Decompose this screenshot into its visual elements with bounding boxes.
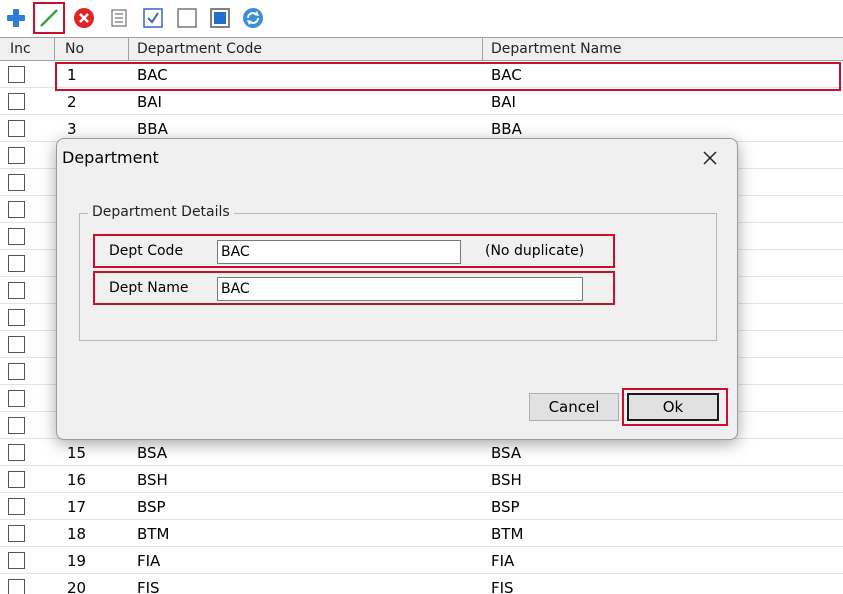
dept-code-input[interactable]	[217, 240, 461, 264]
table-row[interactable]: 19 FIA FIA	[0, 547, 843, 574]
row-number: 19	[67, 552, 87, 570]
close-icon[interactable]	[697, 145, 723, 171]
include-checkbox[interactable]	[8, 255, 25, 272]
row-number: 17	[67, 498, 87, 516]
department-name-cell: BAI	[491, 93, 516, 111]
include-checkbox[interactable]	[8, 444, 25, 461]
dialog-title: Department	[62, 148, 159, 167]
include-checkbox[interactable]	[8, 120, 25, 137]
grid-header: Inc No Department Code Department Name	[0, 37, 843, 61]
stop-icon[interactable]	[207, 5, 233, 31]
row-number: 18	[67, 525, 87, 543]
table-row[interactable]: 18 BTM BTM	[0, 520, 843, 547]
no-duplicate-note: (No duplicate)	[485, 243, 585, 259]
column-header-inc[interactable]: Inc	[0, 38, 55, 60]
include-checkbox[interactable]	[8, 579, 25, 594]
column-header-department-name[interactable]: Department Name	[483, 38, 843, 60]
column-header-department-code[interactable]: Department Code	[129, 38, 483, 60]
department-code-cell: FIS	[137, 579, 160, 594]
include-checkbox[interactable]	[8, 417, 25, 434]
row-number: 2	[67, 93, 77, 111]
department-code-cell: BSP	[137, 498, 166, 516]
row-number: 16	[67, 471, 87, 489]
dept-name-field-row: Dept Name	[93, 271, 615, 305]
include-checkbox[interactable]	[8, 66, 25, 83]
dept-code-field-row: Dept Code (No duplicate)	[93, 234, 615, 268]
include-checkbox[interactable]	[8, 552, 25, 569]
include-checkbox[interactable]	[8, 309, 25, 326]
department-name-cell: BAC	[491, 66, 522, 84]
column-header-no[interactable]: No	[55, 38, 129, 60]
table-row[interactable]: 20 FIS FIS	[0, 574, 843, 594]
include-checkbox[interactable]	[8, 174, 25, 191]
delete-icon[interactable]	[71, 5, 97, 31]
table-row[interactable]: 1 BAC BAC	[0, 61, 843, 88]
uncheck-all-icon[interactable]	[174, 5, 200, 31]
department-name-cell: BTM	[491, 525, 524, 543]
list-icon[interactable]	[106, 5, 132, 31]
row-number: 20	[67, 579, 87, 594]
row-number: 15	[67, 444, 87, 462]
refresh-icon[interactable]	[240, 5, 266, 31]
department-code-cell: BAC	[137, 66, 168, 84]
department-name-cell: BSH	[491, 471, 522, 489]
table-row[interactable]: 16 BSH BSH	[0, 466, 843, 493]
table-row[interactable]: 15 BSA BSA	[0, 439, 843, 466]
include-checkbox[interactable]	[8, 525, 25, 542]
department-code-cell: BSH	[137, 471, 168, 489]
row-number: 1	[67, 66, 77, 84]
table-row[interactable]: 17 BSP BSP	[0, 493, 843, 520]
include-checkbox[interactable]	[8, 498, 25, 515]
include-checkbox[interactable]	[8, 201, 25, 218]
department-code-cell: BSA	[137, 444, 168, 462]
dept-name-label: Dept Name	[109, 280, 189, 296]
department-name-cell: FIA	[491, 552, 515, 570]
department-name-cell: BSP	[491, 498, 520, 516]
ok-button[interactable]: Ok	[627, 393, 719, 421]
include-checkbox[interactable]	[8, 147, 25, 164]
dept-name-input[interactable]	[217, 277, 583, 301]
include-checkbox[interactable]	[8, 282, 25, 299]
include-checkbox[interactable]	[8, 471, 25, 488]
include-checkbox[interactable]	[8, 363, 25, 380]
department-name-cell: FIS	[491, 579, 514, 594]
check-all-icon[interactable]	[140, 5, 166, 31]
include-checkbox[interactable]	[8, 390, 25, 407]
add-icon[interactable]	[3, 5, 29, 31]
include-checkbox[interactable]	[8, 93, 25, 110]
department-code-cell: FIA	[137, 552, 161, 570]
group-label: Department Details	[88, 204, 234, 220]
table-row[interactable]: 2 BAI BAI	[0, 88, 843, 115]
department-code-cell: BTM	[137, 525, 170, 543]
cancel-button[interactable]: Cancel	[529, 393, 619, 421]
department-name-cell: BSA	[491, 444, 522, 462]
include-checkbox[interactable]	[8, 336, 25, 353]
dept-code-label: Dept Code	[109, 243, 184, 259]
edit-icon[interactable]	[33, 2, 65, 34]
department-code-cell: BAI	[137, 93, 162, 111]
department-dialog: Department Department Details Dept Code …	[56, 138, 738, 440]
toolbar	[0, 0, 843, 36]
include-checkbox[interactable]	[8, 228, 25, 245]
